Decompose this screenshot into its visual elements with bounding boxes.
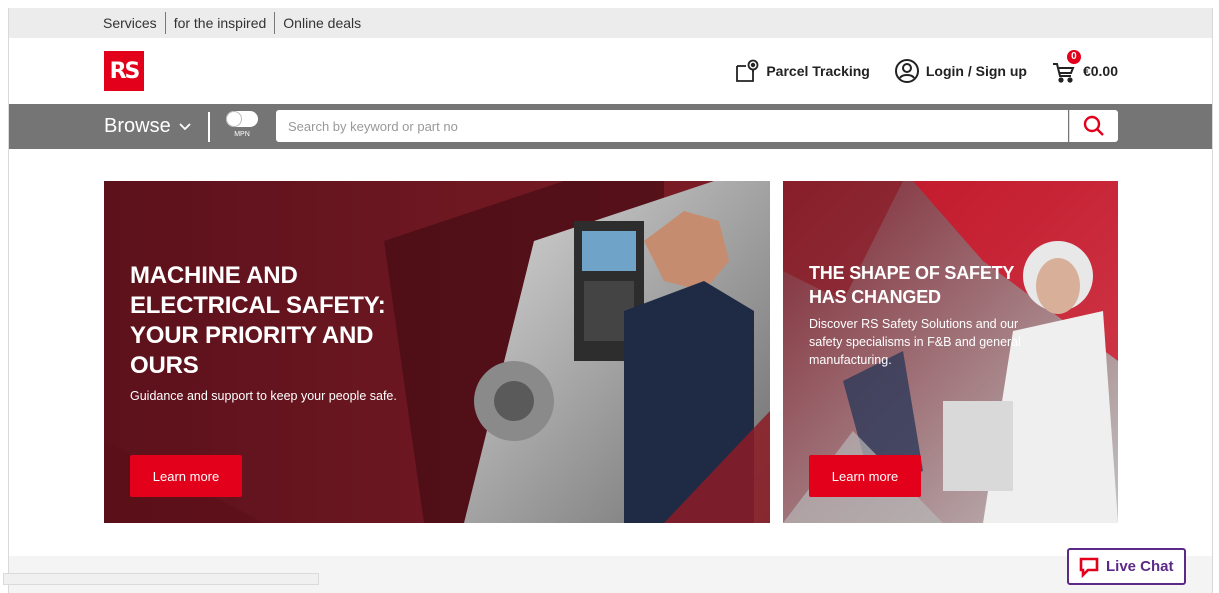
banner-text: MACHINE AND ELECTRICAL SAFETY: YOUR PRIO… <box>130 261 430 405</box>
cart-button[interactable]: 0 €0.00 <box>1051 50 1118 84</box>
banner-description: Guidance and support to keep your people… <box>130 389 397 403</box>
hero-banner-shape-of-safety[interactable]: THE SHAPE OF SAFETY HAS CHANGED Discover… <box>783 181 1118 523</box>
live-chat-button[interactable]: Live Chat <box>1067 548 1186 585</box>
learn-more-button[interactable]: Learn more <box>809 455 921 497</box>
parcel-tracking-label: Parcel Tracking <box>766 63 870 79</box>
browse-menu-button[interactable]: Browse <box>104 104 191 149</box>
page: Services for the inspired Online deals R… <box>8 8 1213 593</box>
services-link[interactable]: Services <box>103 12 165 34</box>
hero-banner-machine-safety[interactable]: MACHINE AND ELECTRICAL SAFETY: YOUR PRIO… <box>104 181 770 523</box>
for-the-inspired-link[interactable]: for the inspired <box>164 12 275 34</box>
banner-description: Discover RS Safety Solutions and our saf… <box>809 317 1021 367</box>
chevron-down-icon <box>179 122 191 130</box>
banner-title: THE SHAPE OF SAFETY HAS CHANGED <box>809 263 1014 307</box>
search-icon <box>1083 115 1104 136</box>
cart-count-badge: 0 <box>1066 50 1081 64</box>
divider <box>208 112 210 142</box>
status-bar-url <box>3 573 319 585</box>
banner-text: THE SHAPE OF SAFETY HAS CHANGED Discover… <box>809 261 1049 369</box>
site-header: RS Parcel Tracking Login / Sign up 0 €0.… <box>9 38 1212 104</box>
cart-total: €0.00 <box>1082 63 1118 79</box>
rs-logo[interactable]: RS <box>104 51 144 91</box>
header-actions: Parcel Tracking Login / Sign up 0 €0.00 <box>734 38 1118 104</box>
toggle-switch <box>226 111 258 127</box>
browse-label: Browse <box>104 115 171 137</box>
search-button[interactable] <box>1069 110 1118 142</box>
login-link[interactable]: Login / Sign up <box>894 58 1027 84</box>
mpn-toggle[interactable]: MPN <box>226 111 258 143</box>
user-icon <box>894 59 919 83</box>
chat-icon <box>1079 557 1099 578</box>
utility-links: Services for the inspired Online deals <box>103 8 369 38</box>
online-deals-link[interactable]: Online deals <box>274 12 369 34</box>
banner-title: MACHINE AND ELECTRICAL SAFETY: YOUR PRIO… <box>130 262 386 379</box>
mpn-label: MPN <box>234 131 250 138</box>
login-label: Login / Sign up <box>925 63 1027 79</box>
logo-text: RS <box>109 58 141 84</box>
live-chat-label: Live Chat <box>1106 558 1174 575</box>
parcel-tracking-icon <box>736 59 759 82</box>
utility-bar: Services for the inspired Online deals <box>9 8 1212 38</box>
parcel-tracking-link[interactable]: Parcel Tracking <box>734 58 870 84</box>
search-bar: Browse MPN <box>9 104 1212 149</box>
search-input[interactable] <box>276 110 1068 142</box>
learn-more-button[interactable]: Learn more <box>130 455 242 497</box>
